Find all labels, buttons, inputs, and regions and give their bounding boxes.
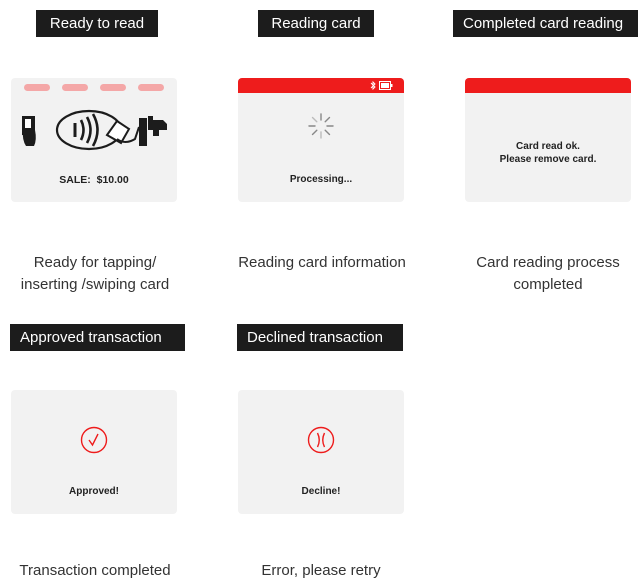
step-caption: Ready for tapping/ inserting /swiping ca… <box>0 252 195 296</box>
card-insert-icon <box>22 116 36 146</box>
step-caption: Card reading process completed <box>448 252 638 296</box>
checkmark-circle-icon <box>80 426 108 454</box>
step-label: Completed card reading <box>453 10 638 37</box>
loading-spinner-icon <box>308 113 334 139</box>
indicator-dash <box>138 84 164 91</box>
caption-line: Transaction completed <box>19 562 171 579</box>
caption-line: Card reading process <box>476 254 620 271</box>
step-label: Approved transaction <box>10 324 185 351</box>
indicator-dash <box>24 84 50 91</box>
step-label: Reading card <box>258 10 374 37</box>
card-read-message: Card read ok. Please remove card. <box>465 140 631 166</box>
step-caption: Transaction completed <box>0 560 195 582</box>
sale-amount: SALE: $10.00 <box>59 174 129 186</box>
terminal-screen: SALE: $10.00 <box>11 78 177 202</box>
status-bar <box>465 78 631 93</box>
decline-text: Decline! <box>301 486 341 497</box>
processing-text: Processing... <box>289 174 353 185</box>
approved-text: Approved! <box>69 486 119 497</box>
caption-line: Ready for tapping/ <box>33 254 157 271</box>
caption-line: completed <box>513 276 583 293</box>
indicator-dash <box>100 84 126 91</box>
step-caption: Error, please retry <box>221 560 421 582</box>
caption-line: Reading card information <box>238 254 406 271</box>
caption-line: Error, please retry <box>261 562 381 579</box>
terminal-screen: Card read ok. Please remove card. <box>465 78 631 202</box>
message-line: Please remove card. <box>499 154 597 165</box>
step-label: Ready to read <box>36 10 158 37</box>
bluetooth-icon <box>370 80 376 91</box>
message-line: Card read ok. <box>516 141 580 152</box>
step-caption: Reading card information <box>222 252 422 274</box>
contactless-tap-icon <box>55 109 140 151</box>
x-circle-icon <box>307 426 335 454</box>
terminal-screen: Approved! <box>11 390 177 514</box>
caption-line: inserting /swiping card <box>20 276 170 293</box>
card-swipe-icon <box>139 116 167 146</box>
terminal-screen: Decline! <box>238 390 404 514</box>
step-label: Declined transaction <box>237 324 403 351</box>
terminal-screen: Processing... <box>238 78 404 202</box>
battery-icon <box>379 81 393 90</box>
indicator-dash <box>62 84 88 91</box>
